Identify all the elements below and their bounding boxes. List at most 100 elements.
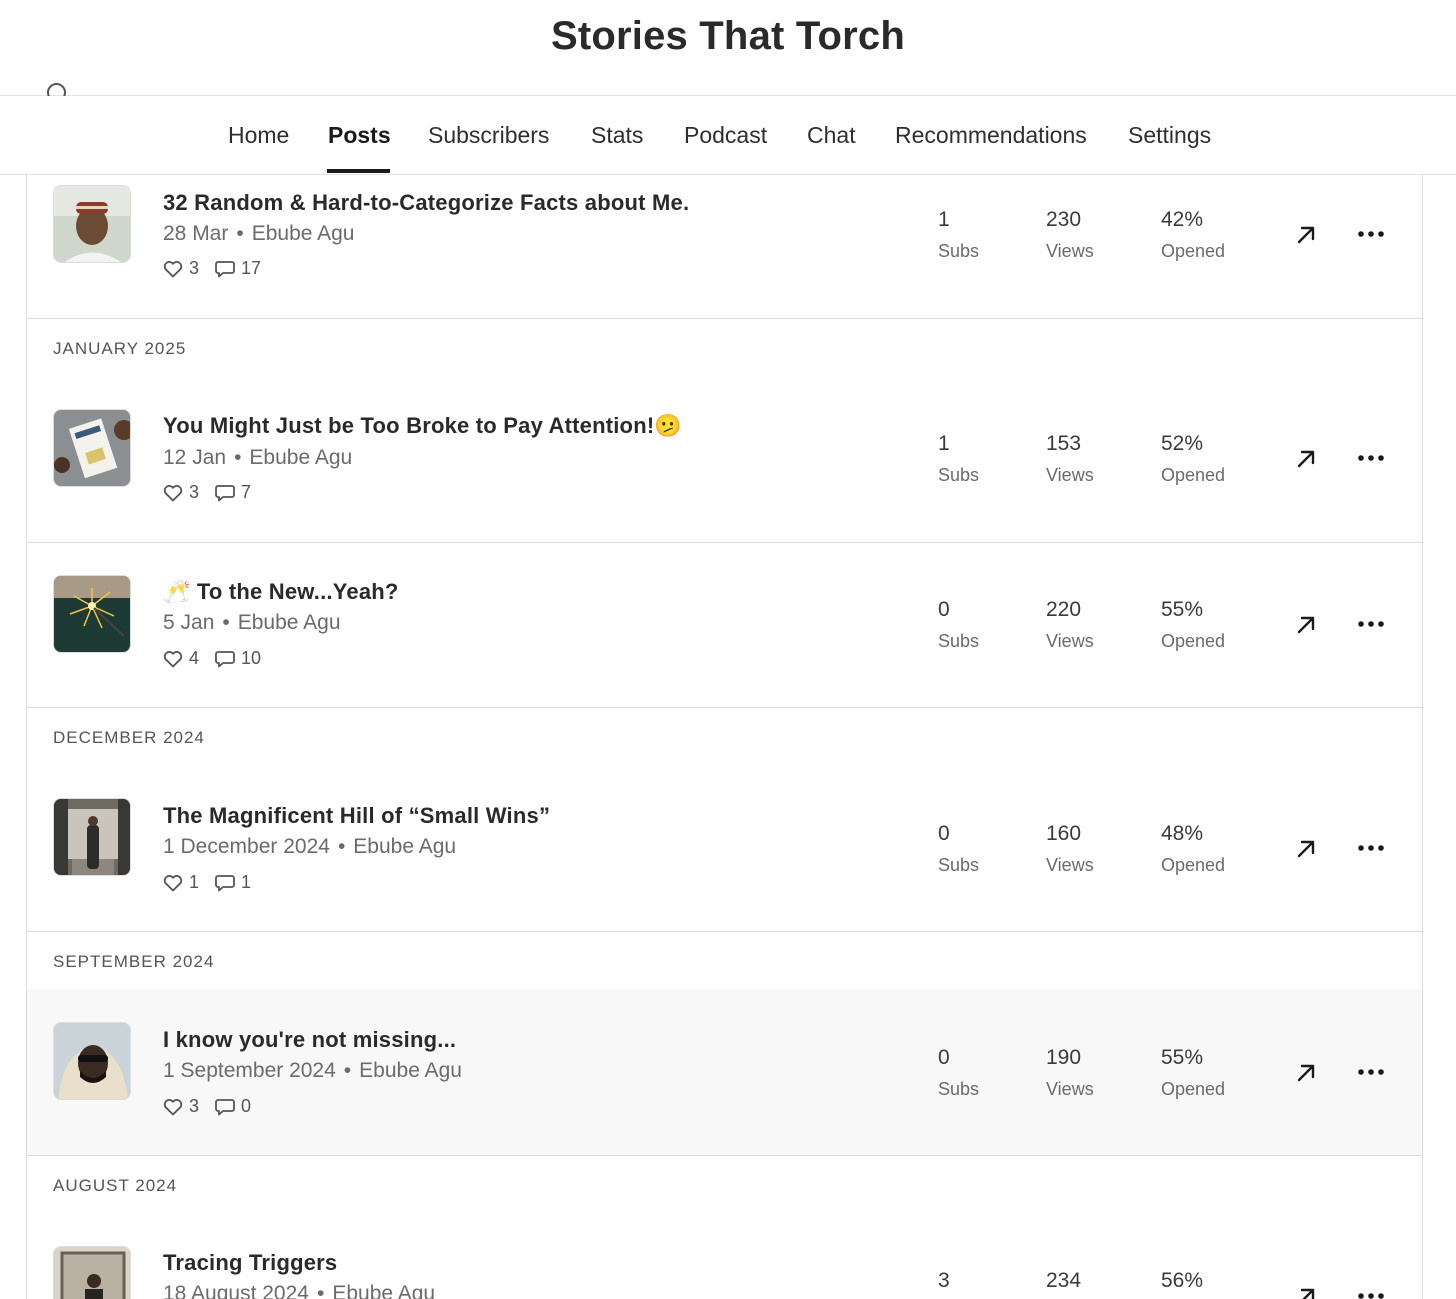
subs-label: Subs (938, 465, 980, 485)
post-author: Ebube Agu (332, 1282, 436, 1299)
likes-count: 3 (189, 258, 200, 278)
likes-count: 4 (189, 648, 200, 668)
post-engagement: 3 0 (163, 1096, 267, 1117)
opened-value: 55% (1161, 598, 1204, 621)
heart-icon (163, 484, 183, 501)
more-options-icon[interactable] (1357, 1067, 1385, 1077)
post-thumbnail[interactable] (53, 798, 131, 876)
post-date: 5 Jan (163, 611, 215, 634)
opened-label: Opened (1161, 241, 1226, 261)
views-label: Views (1046, 241, 1094, 261)
comment-icon (215, 260, 235, 277)
post-thumbnail[interactable] (53, 1246, 131, 1299)
post-title[interactable]: The Magnificent Hill of “Small Wins” (163, 803, 550, 829)
post-engagement: 1 1 (163, 872, 267, 893)
comment-icon (215, 484, 235, 501)
main-nav: Home Posts Subscribers Stats Podcast Cha… (0, 96, 1456, 175)
opened-label: Opened (1161, 855, 1226, 875)
post-author: Ebube Agu (237, 611, 341, 634)
post-meta: 12 Jan • Ebube Agu (163, 446, 353, 469)
post-date: 1 September 2024 (163, 1059, 336, 1082)
open-external-icon[interactable] (1294, 447, 1318, 471)
post-date: 12 Jan (163, 446, 227, 469)
opened-value: 52% (1161, 432, 1204, 455)
views-value: 230 (1046, 208, 1082, 231)
divider (27, 542, 1422, 543)
views-value: 160 (1046, 822, 1082, 845)
open-external-icon[interactable] (1294, 1061, 1318, 1085)
more-options-icon[interactable] (1357, 453, 1385, 463)
section-header: DECEMBER 2024 (53, 728, 205, 747)
nav-subscribers[interactable]: Subscribers (428, 122, 549, 149)
subs-value: 1 (938, 208, 950, 231)
comments-count: 10 (241, 648, 262, 668)
views-value: 234 (1046, 1269, 1082, 1292)
views-label: Views (1046, 465, 1094, 485)
comment-icon (215, 650, 235, 667)
opened-label: Opened (1161, 1079, 1226, 1099)
post-author: Ebube Agu (353, 835, 457, 858)
heart-icon (163, 260, 183, 277)
post-meta: 1 December 2024 • Ebube Agu (163, 835, 457, 858)
subs-value: 0 (938, 598, 950, 621)
opened-value: 42% (1161, 208, 1204, 231)
more-options-icon[interactable] (1357, 1291, 1385, 1299)
post-meta: 18 August 2024 • Ebube Agu (163, 1282, 435, 1299)
likes-count: 3 (189, 482, 200, 502)
open-external-icon[interactable] (1294, 223, 1318, 247)
comment-icon (215, 1098, 235, 1115)
nav-settings[interactable]: Settings (1128, 122, 1211, 149)
site-title[interactable]: Stories That Torch (0, 14, 1456, 59)
posts-list: 32 Random & Hard-to-Categorize Facts abo… (26, 175, 1423, 1299)
opened-value: 56% (1161, 1269, 1204, 1292)
subs-label: Subs (938, 1079, 980, 1099)
nav-stats[interactable]: Stats (591, 122, 643, 149)
open-external-icon[interactable] (1294, 837, 1318, 861)
post-meta: 1 September 2024 • Ebube Agu (163, 1059, 462, 1082)
divider (27, 931, 1422, 932)
post-engagement: 3 7 (163, 482, 267, 503)
comments-count: 0 (241, 1096, 252, 1116)
comments-count: 1 (241, 872, 252, 892)
heart-icon (163, 650, 183, 667)
heart-icon (163, 874, 183, 891)
nav-podcast[interactable]: Podcast (684, 122, 767, 149)
section-header: AUGUST 2024 (53, 1176, 178, 1195)
views-value: 153 (1046, 432, 1082, 455)
more-options-icon[interactable] (1357, 619, 1385, 629)
comment-icon (215, 874, 235, 891)
post-meta: 28 Mar • Ebube Agu (163, 222, 355, 245)
divider (27, 1155, 1422, 1156)
post-thumbnail[interactable] (53, 409, 131, 487)
subs-label: Subs (938, 631, 980, 651)
site-header: Stories That Torch (0, 0, 1456, 96)
views-value: 190 (1046, 1046, 1082, 1069)
post-thumbnail[interactable] (53, 575, 131, 653)
post-thumbnail[interactable] (53, 1022, 131, 1100)
open-external-icon[interactable] (1294, 613, 1318, 637)
post-meta: 5 Jan • Ebube Agu (163, 611, 341, 634)
subs-label: Subs (938, 855, 980, 875)
post-thumbnail[interactable] (53, 185, 131, 263)
open-external-icon[interactable] (1294, 1285, 1318, 1299)
nav-home[interactable]: Home (228, 122, 289, 149)
more-options-icon[interactable] (1357, 229, 1385, 239)
post-title[interactable]: 🥂 To the New...Yeah? (163, 579, 399, 605)
post-title[interactable]: You Might Just be Too Broke to Pay Atten… (163, 413, 682, 439)
post-title[interactable]: 32 Random & Hard-to-Categorize Facts abo… (163, 190, 689, 216)
nav-posts[interactable]: Posts (328, 122, 391, 149)
more-options-icon[interactable] (1357, 843, 1385, 853)
divider (27, 318, 1422, 319)
nav-recommendations[interactable]: Recommendations (895, 122, 1087, 149)
views-label: Views (1046, 631, 1094, 651)
post-title[interactable]: I know you're not missing... (163, 1027, 456, 1053)
active-tab-indicator (327, 169, 390, 173)
post-date: 28 Mar (163, 222, 229, 245)
post-author: Ebube Agu (249, 446, 353, 469)
nav-chat[interactable]: Chat (807, 122, 856, 149)
post-title[interactable]: Tracing Triggers (163, 1250, 337, 1276)
post-engagement: 4 10 (163, 648, 277, 669)
views-label: Views (1046, 855, 1094, 875)
post-engagement: 3 17 (163, 258, 277, 279)
opened-label: Opened (1161, 631, 1226, 651)
